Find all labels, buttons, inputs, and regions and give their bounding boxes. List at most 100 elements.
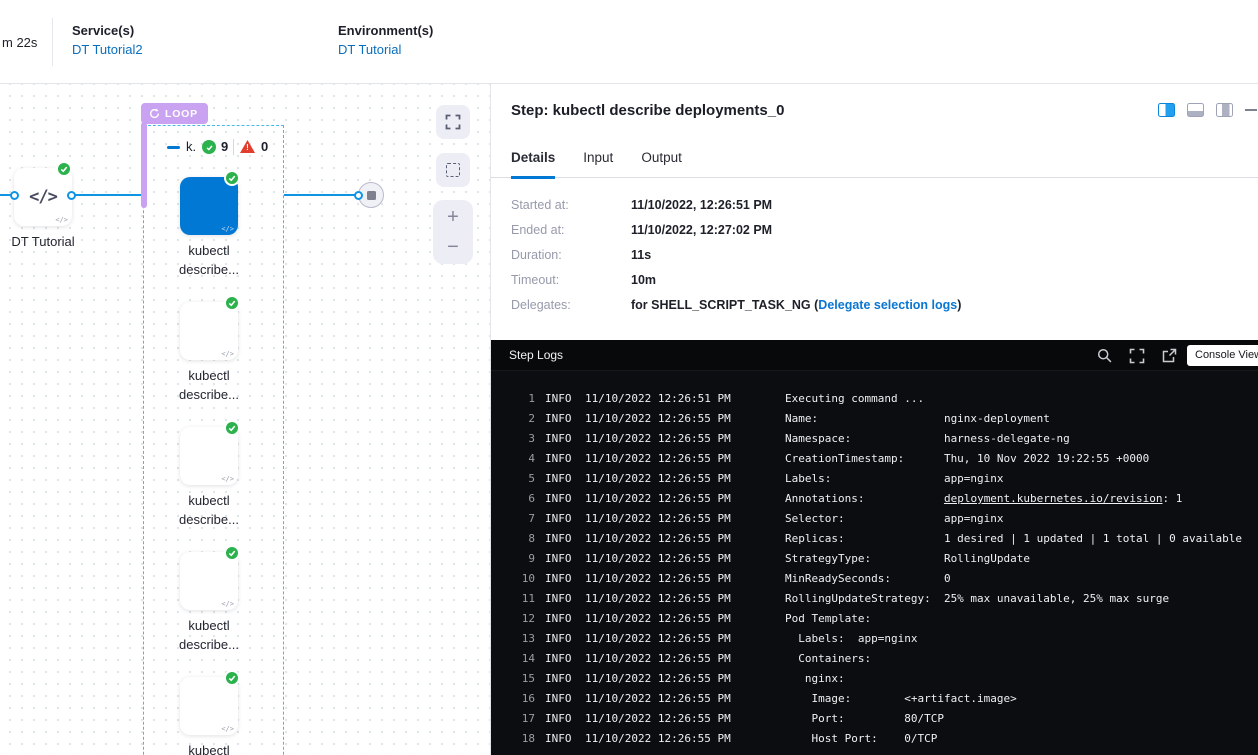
log-line: 11INFO11/10/2022 12:26:55 PMRollingUpdat…: [509, 589, 1258, 609]
success-check-icon: [224, 420, 240, 436]
group-name: k.: [186, 139, 196, 154]
services-label: Service(s): [72, 23, 134, 38]
step-details-panel: Step: kubectl describe deployments_0 Det…: [490, 84, 1258, 755]
loop-icon: [149, 108, 160, 119]
tab-output[interactable]: Output: [641, 150, 682, 177]
log-line: 1INFO11/10/2022 12:26:51 PMExecuting com…: [509, 389, 1258, 409]
log-lines[interactable]: 1INFO11/10/2022 12:26:51 PMExecuting com…: [491, 371, 1258, 749]
minimize-icon[interactable]: [1245, 109, 1257, 111]
detail-label: Started at:: [511, 198, 631, 213]
side-view-icon[interactable]: [1216, 103, 1233, 117]
node-port: [67, 191, 76, 200]
detail-value: 11/10/2022, 12:27:02 PM: [631, 223, 772, 238]
step-title: Step: kubectl describe deployments_0: [511, 102, 784, 119]
log-line: 14INFO11/10/2022 12:26:55 PM Containers:: [509, 649, 1258, 669]
code-corner-icon: </>: [55, 216, 68, 224]
loop-badge: LOOP: [141, 103, 208, 124]
step-logs-title: Step Logs: [509, 348, 563, 362]
execution-header-bar: m 22s Service(s) DT Tutorial2 Environmen…: [0, 0, 1258, 84]
log-line: 9INFO11/10/2022 12:26:55 PMStrategyType:…: [509, 549, 1258, 569]
success-check-icon: [56, 161, 72, 177]
error-count: 0: [261, 139, 268, 154]
environment-link[interactable]: DT Tutorial: [338, 42, 401, 57]
delegate-selection-logs-link[interactable]: Delegate selection logs: [818, 298, 957, 312]
service-link[interactable]: DT Tutorial2: [72, 42, 143, 57]
pipeline-graph-canvas[interactable]: </> </> DT Tutorial LOOP k. 9 ! 0 </>kub…: [0, 84, 490, 755]
zoom-out-button[interactable]: −: [433, 233, 473, 263]
detail-label: Delegates:: [511, 298, 631, 313]
canvas-fullscreen-button[interactable]: [436, 105, 470, 139]
node-label: kubectl describe...: [164, 491, 254, 529]
log-line: 17INFO11/10/2022 12:26:55 PM Port: 80/TC…: [509, 709, 1258, 729]
node-label: kubectl describe...: [164, 366, 254, 404]
detail-label: Ended at:: [511, 223, 631, 238]
log-fullscreen-button[interactable]: [1129, 348, 1145, 369]
loop-group-band: [141, 122, 147, 208]
code-corner-icon: </>: [221, 600, 234, 608]
flow-line: [73, 194, 141, 196]
node-label: kubectl describe...: [164, 241, 254, 279]
detail-row: Started at: 11/10/2022, 12:26:51 PM: [511, 198, 1242, 213]
code-corner-icon: </>: [221, 725, 234, 733]
step-logs-panel: Step Logs Console View 1INFO11/10/: [491, 340, 1258, 755]
step-logs-header: Step Logs Console View: [491, 340, 1258, 371]
split-right-view-icon[interactable]: [1158, 103, 1175, 117]
node-label: kubectl describe...: [164, 616, 254, 654]
detail-label: Timeout:: [511, 273, 631, 288]
detail-row: Timeout: 10m: [511, 273, 1242, 288]
code-corner-icon: </>: [221, 475, 234, 483]
code-icon: </>: [29, 187, 57, 207]
expand-icon: [1129, 348, 1145, 364]
divider: [233, 139, 234, 155]
success-check-icon: [224, 545, 240, 561]
detail-label: Duration:: [511, 248, 631, 263]
log-open-in-new-button[interactable]: [1161, 348, 1177, 369]
log-line: 10INFO11/10/2022 12:26:55 PMMinReadySeco…: [509, 569, 1258, 589]
tab-details[interactable]: Details: [511, 150, 555, 179]
console-view-button[interactable]: Console View: [1187, 345, 1258, 366]
start-node-label: DT Tutorial: [0, 232, 86, 251]
canvas-zoom-controls: + −: [433, 200, 473, 264]
log-line: 12INFO11/10/2022 12:26:55 PMPod Template…: [509, 609, 1258, 629]
log-line: 7INFO11/10/2022 12:26:55 PMSelector: app…: [509, 509, 1258, 529]
detail-value: for SHELL_SCRIPT_TASK_NG (Delegate selec…: [631, 298, 961, 313]
bottom-view-icon[interactable]: [1187, 103, 1204, 117]
log-link[interactable]: deployment.kubernetes.io/revision: [944, 492, 1163, 505]
open-in-new-icon: [1161, 348, 1177, 364]
canvas-marquee-select-button[interactable]: [436, 153, 470, 187]
zoom-in-button[interactable]: +: [433, 203, 473, 233]
divider: [52, 18, 53, 66]
environments-label: Environment(s): [338, 23, 433, 38]
collapse-group-button[interactable]: [167, 146, 180, 149]
success-count: 9: [221, 139, 228, 154]
detail-value: 10m: [631, 273, 656, 288]
log-line: 13INFO11/10/2022 12:26:55 PM Labels: app…: [509, 629, 1258, 649]
success-check-icon: [224, 170, 240, 186]
success-check-icon: [224, 295, 240, 311]
marquee-select-icon: [446, 163, 460, 177]
success-check-icon: [224, 670, 240, 686]
detail-row: Delegates: for SHELL_SCRIPT_TASK_NG (Del…: [511, 298, 1242, 313]
tab-input[interactable]: Input: [583, 150, 613, 177]
detail-row: Ended at: 11/10/2022, 12:27:02 PM: [511, 223, 1242, 238]
search-icon: [1097, 348, 1112, 363]
node-label: kubectl describe...: [164, 741, 254, 755]
log-line: 5INFO11/10/2022 12:26:55 PMLabels: app=n…: [509, 469, 1258, 489]
node-port: [354, 191, 363, 200]
log-search-button[interactable]: [1097, 348, 1112, 368]
log-line: 16INFO11/10/2022 12:26:55 PM Image: <+ar…: [509, 689, 1258, 709]
log-line: 18INFO11/10/2022 12:26:55 PM Host Port: …: [509, 729, 1258, 749]
success-count-icon: [202, 140, 216, 154]
stop-icon: [367, 191, 376, 200]
fullscreen-icon: [445, 114, 461, 130]
loop-badge-label: LOOP: [165, 108, 198, 120]
code-corner-icon: </>: [221, 350, 234, 358]
log-line: 15INFO11/10/2022 12:26:55 PM nginx:: [509, 669, 1258, 689]
step-tabs: Details Input Output: [491, 136, 1258, 178]
log-line: 2INFO11/10/2022 12:26:55 PMName: nginx-d…: [509, 409, 1258, 429]
execution-duration: m 22s: [2, 35, 37, 50]
log-line: 3INFO11/10/2022 12:26:55 PMNamespace: ha…: [509, 429, 1258, 449]
code-corner-icon: </>: [221, 225, 234, 233]
flow-line: [284, 194, 360, 196]
node-port: [10, 191, 19, 200]
